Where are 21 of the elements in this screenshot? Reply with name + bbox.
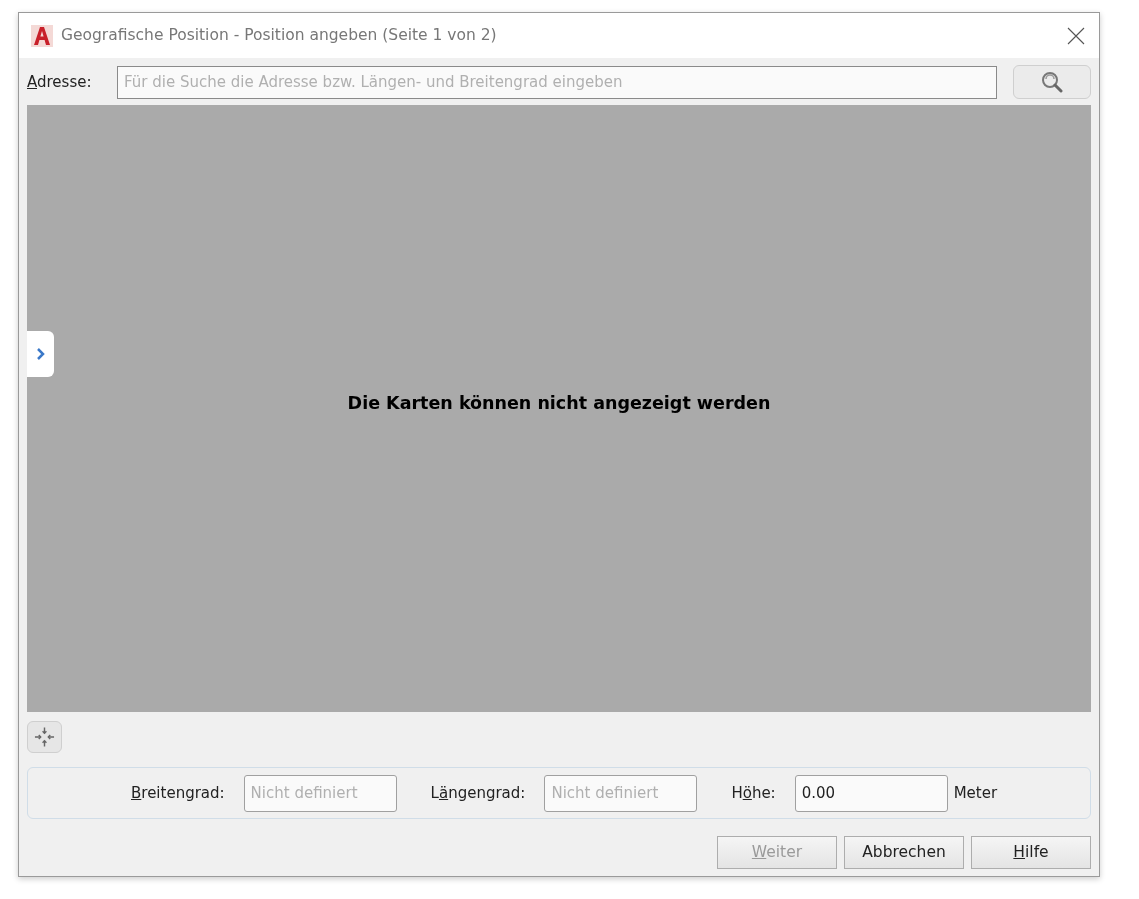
unit-label: Meter: [953, 782, 998, 804]
field-label: Längengrad:: [430, 782, 526, 804]
panel-toggle-tab[interactable]: [27, 331, 54, 377]
center-map-button[interactable]: [27, 721, 62, 753]
search-icon: [1041, 71, 1063, 93]
coordinate-field[interactable]: 0.00: [794, 774, 948, 812]
coordinate-field[interactable]: Nicht definiert: [243, 774, 397, 812]
field-label: Höhe:: [731, 782, 776, 804]
dialog-button[interactable]: Abbrechen: [844, 836, 964, 869]
address-field[interactable]: Für die Suche die Adresse bzw. Längen- und Breitengrad eingeben: [117, 65, 997, 99]
crosshair-arrows-icon: [34, 726, 55, 748]
app-logo-icon: [31, 24, 53, 47]
close-icon: [1067, 26, 1085, 45]
chevron-icon: [35, 347, 46, 361]
search-button[interactable]: [1013, 65, 1091, 99]
map-message: Die Karten können nicht angezeigt werden: [347, 392, 771, 416]
dialog-button[interactable]: Hilfe: [971, 836, 1091, 869]
address-label: Adresse:: [27, 71, 93, 93]
coordinate-field[interactable]: Nicht definiert: [544, 774, 698, 812]
field-label: Breitengrad:: [131, 782, 225, 804]
window-title: Geografische Position - Position angeben (Seite 1 von 2): [61, 24, 497, 46]
